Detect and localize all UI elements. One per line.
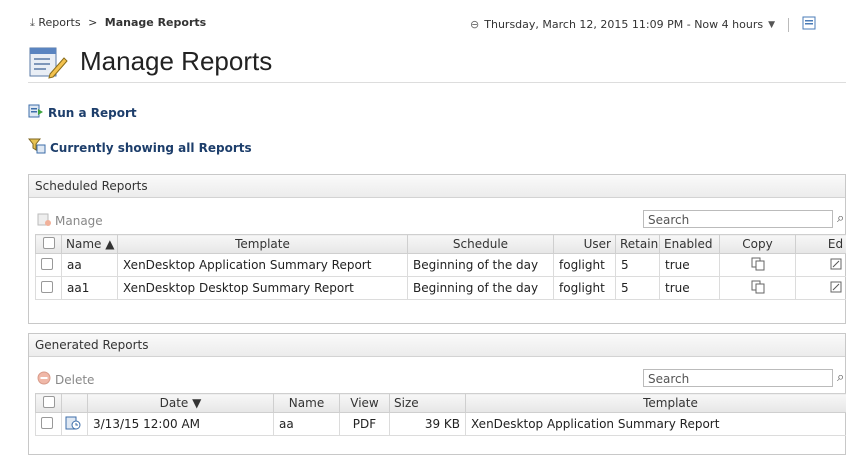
time-range-bar: ⊖ Thursday, March 12, 2015 11:09 PM - No… (470, 16, 816, 33)
col-enabled[interactable]: Enabled (660, 235, 720, 254)
col-type (62, 394, 88, 413)
cell-retain: 5 (616, 277, 660, 300)
table-header-row: Name ▲ Template Schedule User Retain Ena… (36, 235, 846, 254)
scheduled-reports-table: Name ▲ Template Schedule User Retain Ena… (35, 234, 846, 300)
col-retain[interactable]: Retain (616, 235, 660, 254)
edit-icon[interactable] (796, 254, 846, 277)
cell-template: XenDesktop Application Summary Report (466, 413, 846, 436)
breadcrumb-separator: > (88, 16, 97, 29)
copy-icon[interactable] (720, 254, 796, 277)
cell-template: XenDesktop Application Summary Report (118, 254, 408, 277)
toolbar-divider (788, 18, 789, 32)
select-all-checkbox[interactable] (36, 235, 62, 254)
generated-reports-panel: Generated Reports Delete Search ⌕ Date ▼… (28, 333, 846, 455)
delete-button[interactable]: Delete (37, 371, 94, 388)
col-view[interactable]: View (340, 394, 390, 413)
search-icon[interactable]: ⌕ (837, 211, 844, 226)
copy-icon[interactable] (720, 277, 796, 300)
run-report-label: Run a Report (48, 106, 137, 120)
cell-retain: 5 (616, 254, 660, 277)
breadcrumb: ⤓ Reports > Manage Reports (30, 16, 206, 30)
delete-icon (37, 371, 51, 388)
edit-icon[interactable] (796, 277, 846, 300)
manage-button[interactable]: Manage (37, 212, 103, 229)
manage-icon (37, 212, 51, 229)
cell-schedule: Beginning of the day (408, 254, 554, 277)
delete-label: Delete (55, 373, 94, 387)
report-toolbar-icon[interactable] (802, 16, 816, 33)
generated-reports-table: Date ▼ Name View Size Template 3/13/15 1… (35, 393, 846, 436)
cell-name: aa1 (62, 277, 118, 300)
row-checkbox[interactable] (36, 254, 62, 277)
scheduled-report-icon (62, 413, 88, 436)
page-title: Manage Reports (80, 46, 272, 77)
run-report-link[interactable]: Run a Report (28, 104, 137, 121)
col-copy[interactable]: Copy (720, 235, 796, 254)
chevron-down-icon[interactable]: ▼ (768, 20, 775, 30)
time-range-icon: ⊖ (470, 18, 479, 31)
cell-date: 3/13/15 12:00 AM (88, 413, 274, 436)
row-checkbox[interactable] (36, 413, 62, 436)
search-icon[interactable]: ⌕ (837, 370, 844, 385)
cell-enabled: true (660, 277, 720, 300)
scheduled-toolbar: Manage Search ⌕ (29, 206, 845, 234)
row-checkbox[interactable] (36, 277, 62, 300)
col-schedule[interactable]: Schedule (408, 235, 554, 254)
col-user[interactable]: User (554, 235, 616, 254)
cell-user: foglight (554, 277, 616, 300)
manage-reports-icon (28, 44, 68, 84)
col-template[interactable]: Template (118, 235, 408, 254)
table-header-row: Date ▼ Name View Size Template (36, 394, 846, 413)
table-row[interactable]: 3/13/15 12:00 AM aa PDF 39 KB XenDesktop… (36, 413, 846, 436)
breadcrumb-root-link[interactable]: Reports (38, 16, 80, 29)
scheduled-reports-panel: Scheduled Reports Manage Search ⌕ Name ▲… (28, 174, 846, 324)
cell-name: aa (62, 254, 118, 277)
table-row[interactable]: aa1 XenDesktop Desktop Summary Report Be… (36, 277, 846, 300)
col-date[interactable]: Date ▼ (88, 394, 274, 413)
breadcrumb-current: Manage Reports (105, 16, 206, 29)
showing-all-reports-label: Currently showing all Reports (50, 141, 252, 155)
cell-schedule: Beginning of the day (408, 277, 554, 300)
run-report-icon (28, 104, 44, 121)
cell-size: 39 KB (390, 413, 466, 436)
filter-reports-icon (28, 138, 46, 157)
col-name[interactable]: Name ▲ (62, 235, 118, 254)
cell-template: XenDesktop Desktop Summary Report (118, 277, 408, 300)
select-all-checkbox[interactable] (36, 394, 62, 413)
col-name[interactable]: Name (274, 394, 340, 413)
cell-name: aa (274, 413, 340, 436)
showing-all-reports-link[interactable]: Currently showing all Reports (28, 138, 252, 157)
generated-search-input[interactable]: Search (643, 369, 833, 387)
col-edit[interactable]: Ed (796, 235, 846, 254)
manage-label: Manage (55, 214, 103, 228)
col-size[interactable]: Size (390, 394, 466, 413)
scheduled-reports-header: Scheduled Reports (29, 175, 845, 198)
generated-toolbar: Delete Search ⌕ (29, 365, 845, 393)
cell-view[interactable]: PDF (340, 413, 390, 436)
cell-enabled: true (660, 254, 720, 277)
scheduled-search-input[interactable]: Search (643, 210, 833, 228)
table-row[interactable]: aa XenDesktop Application Summary Report… (36, 254, 846, 277)
time-range-label[interactable]: Thursday, March 12, 2015 11:09 PM - Now … (484, 18, 763, 31)
generated-reports-header: Generated Reports (29, 334, 845, 357)
reports-tree-icon: ⤓ (30, 16, 35, 29)
cell-user: foglight (554, 254, 616, 277)
col-template[interactable]: Template (466, 394, 846, 413)
